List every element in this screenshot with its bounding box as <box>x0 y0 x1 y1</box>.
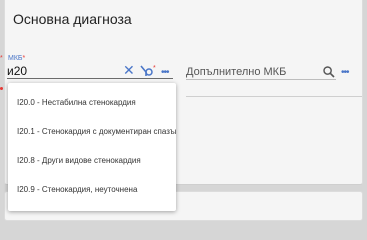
suggestion-option[interactable]: I20.8 - Други видове стенокардия <box>8 146 176 175</box>
more-horizontal-icon-2[interactable]: ••• <box>341 67 349 78</box>
mkb-suggestions-dropdown: I20.0 - Нестабилна стенокардия I20.1 - С… <box>8 83 176 211</box>
mkb-label-text: МКБ <box>8 55 23 62</box>
divider <box>186 96 362 97</box>
additional-mkb-input[interactable] <box>186 64 336 80</box>
required-indicator: * <box>0 55 3 62</box>
more-horizontal-icon[interactable]: ••• <box>161 67 169 78</box>
suggestion-option[interactable]: I20.9 - Стенокардия, неуточнена <box>8 175 176 204</box>
hierarchy-icon[interactable] <box>140 65 153 77</box>
suggestion-option[interactable]: I20.0 - Нестабилна стенокардия <box>8 88 176 117</box>
suggestion-option[interactable]: I20.1 - Стенокардия с документиран спазъ… <box>8 117 176 146</box>
mkb-field-label: МКБ* <box>8 55 25 62</box>
required-asterisk: * <box>22 55 26 62</box>
search-icon[interactable] <box>323 66 335 78</box>
required-dot <box>0 87 3 90</box>
section-title: Основна диагноза <box>13 11 132 27</box>
close-icon[interactable]: ✕ <box>123 63 135 77</box>
required-asterisk-tree: * <box>153 65 156 72</box>
